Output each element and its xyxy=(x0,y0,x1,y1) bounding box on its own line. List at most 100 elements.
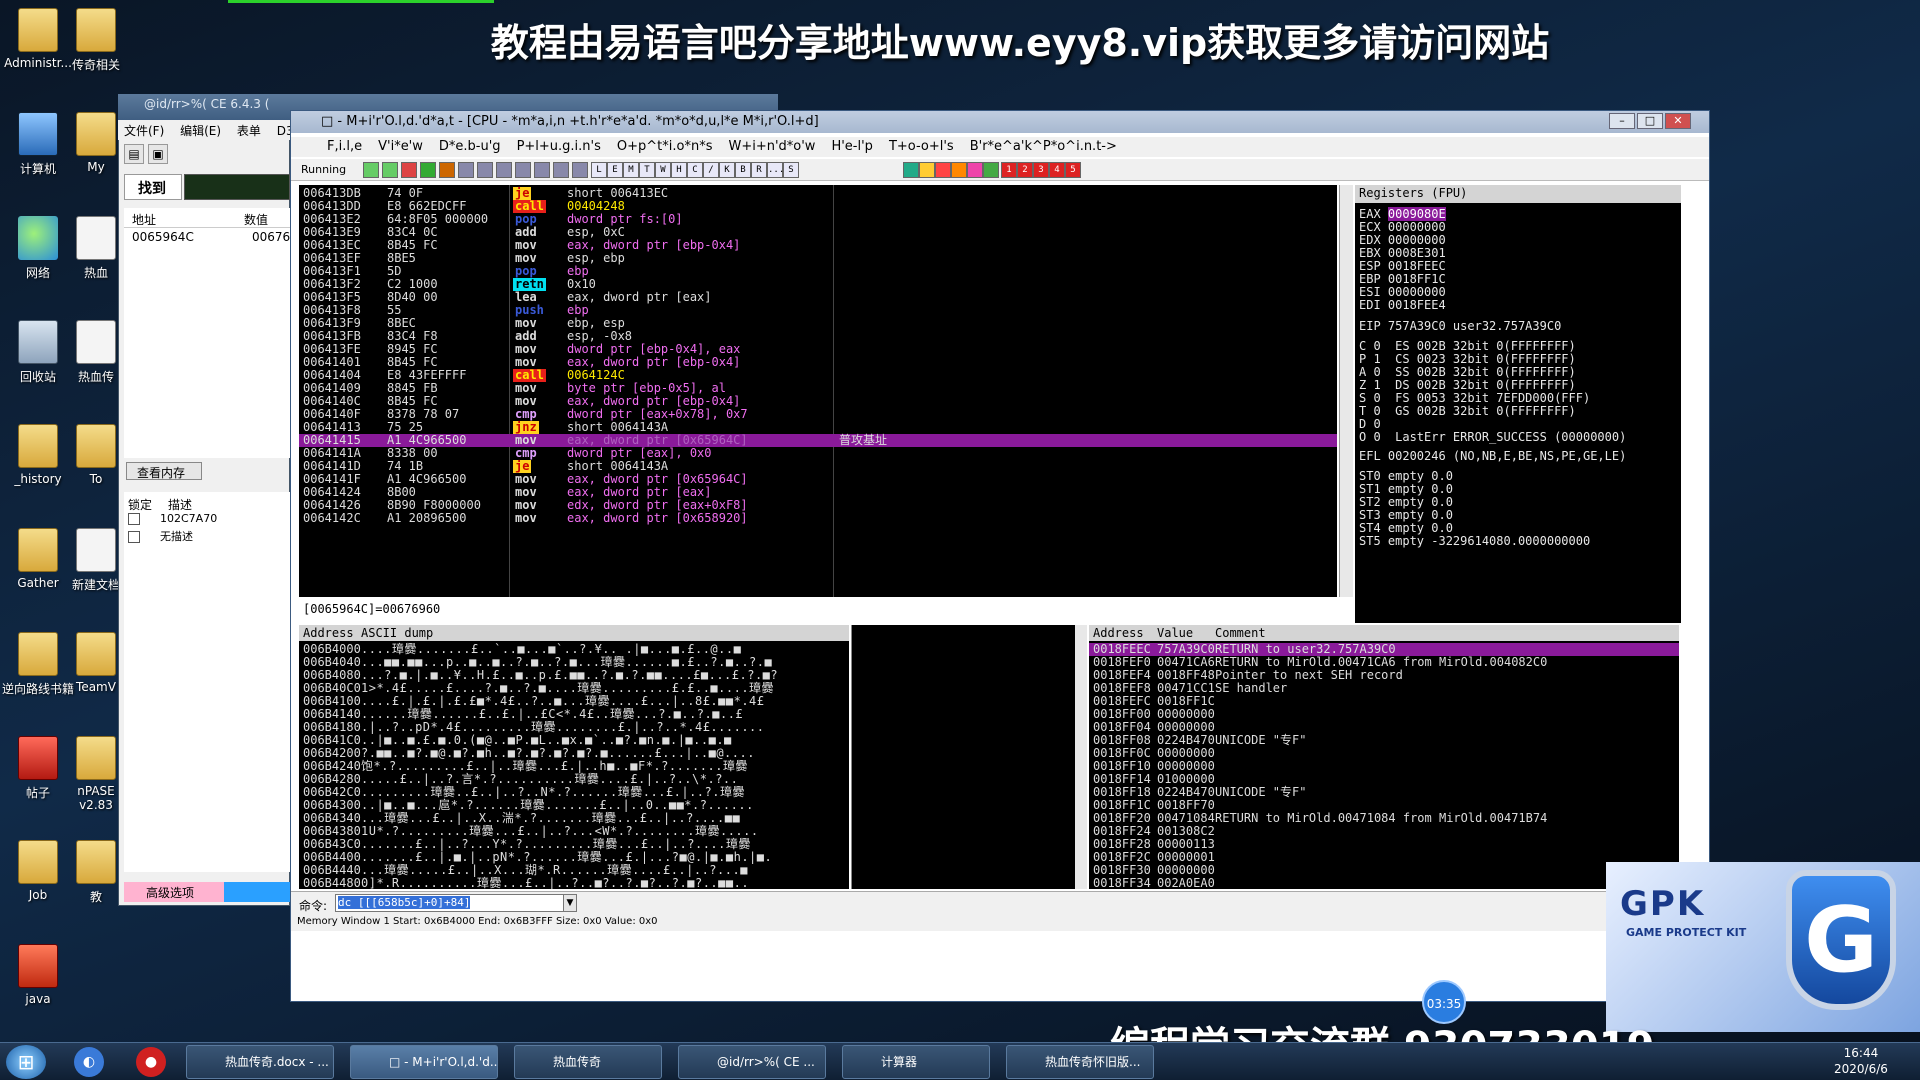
lock-checkbox[interactable] xyxy=(128,531,140,543)
od-menu-item[interactable]: O+p^t*i.o*n*s xyxy=(617,139,713,154)
disasm-row[interactable]: 00641404 E8 43FEFFFF call 0064124C xyxy=(299,369,1337,382)
chevron-down-icon[interactable]: ▼ xyxy=(563,894,577,912)
disasm-row[interactable]: 0064140F 8378 78 07 cmp dword ptr [eax+0x78… xyxy=(299,408,1337,421)
disasm-row[interactable]: 0064141A 8338 00 cmp dword ptr [eax], 0x0 xyxy=(299,447,1337,460)
register-line[interactable]: ESI 00000000 xyxy=(1359,285,1446,299)
toolbar-letter-button[interactable]: H xyxy=(671,162,687,178)
close-button[interactable]: ✕ xyxy=(1665,113,1691,129)
disasm-row[interactable]: 00641415 A1 4C966500 mov eax, dword ptr [0x… xyxy=(299,434,1337,447)
lock-checkbox[interactable] xyxy=(128,513,140,525)
toolbar-letter-button[interactable]: T xyxy=(639,162,655,178)
od-menu-item[interactable]: W+i+n'd*o'w xyxy=(728,139,815,154)
toolbar-icon[interactable] xyxy=(534,162,550,178)
toolbar-number-button[interactable]: 3 xyxy=(1033,162,1049,178)
system-clock[interactable]: 16:44 2020/6/6 xyxy=(1834,1045,1888,1077)
disasm-row[interactable]: 006413F2 C2 1000 retn 0x10 xyxy=(299,278,1337,291)
disasm-row[interactable]: 006413FB 83C4 F8 add esp, -0x8 xyxy=(299,330,1337,343)
toolbar-icon[interactable] xyxy=(919,162,935,178)
toolbar-letter-button[interactable]: S xyxy=(783,162,799,178)
view-memory-button[interactable]: 查看内存 xyxy=(126,462,202,480)
register-line[interactable]: ECX 00000000 xyxy=(1359,220,1446,234)
taskbar-app-button[interactable]: 计算器 xyxy=(842,1045,990,1079)
advanced-options-button[interactable]: 高级选项 xyxy=(124,882,290,902)
od-title-bar[interactable]: □ - M+i'r'O.l,d.'d*a,t - [CPU - *m*a,i,n… xyxy=(291,111,1709,133)
toolbar-letter-button[interactable]: E xyxy=(607,162,623,178)
minimize-button[interactable]: – xyxy=(1609,113,1635,129)
toolbar-letter-button[interactable]: W xyxy=(655,162,671,178)
disasm-row[interactable]: 006413F9 8BEC mov ebp, esp xyxy=(299,317,1337,330)
toolbar-letter-button[interactable]: / xyxy=(703,162,719,178)
save-icon[interactable]: ▣ xyxy=(148,144,168,164)
register-line[interactable]: EDX 00000000 xyxy=(1359,233,1446,247)
od-menu-item[interactable]: P+l+u.g.i.n's xyxy=(517,139,601,154)
ce-table-row[interactable]: 102C7A70 xyxy=(128,512,217,525)
disasm-row[interactable]: 0064141F A1 4C966500 mov eax, dword ptr [0x… xyxy=(299,473,1337,486)
desktop-icon[interactable]: java xyxy=(0,944,78,1006)
register-line[interactable]: ESP 0018FEEC xyxy=(1359,259,1446,273)
toolbar-icon[interactable] xyxy=(572,162,588,178)
ce-menu-edit[interactable]: 编辑(E) xyxy=(180,124,221,138)
desktop-icon[interactable]: nPASE v2.83 xyxy=(66,736,126,812)
disasm-row[interactable]: 006413E9 83C4 0C add esp, 0xC xyxy=(299,226,1337,239)
app-pin-icon[interactable]: ● xyxy=(136,1047,166,1077)
toolbar-icon[interactable] xyxy=(553,162,569,178)
toolbar-icon[interactable] xyxy=(903,162,919,178)
browser-pin-icon[interactable]: ◐ xyxy=(74,1047,104,1077)
desktop-icon[interactable]: 新建文档 xyxy=(66,528,126,593)
toolbar-icon[interactable] xyxy=(496,162,512,178)
registers-pane[interactable]: Registers (FPU) EAX 0009080E ECX 00000000… xyxy=(1355,185,1681,623)
toolbar-icon[interactable] xyxy=(420,162,436,178)
toolbar-icon[interactable] xyxy=(967,162,983,178)
stack-pane[interactable]: Address Value Comment 0018FEEC 757A39C0 RE… xyxy=(1089,625,1679,889)
desktop-icon[interactable]: 热血 xyxy=(66,216,126,281)
taskbar-app-button[interactable]: 热血传奇怀旧版... xyxy=(1006,1045,1154,1079)
disasm-row[interactable]: 006413EF 8BE5 mov esp, ebp xyxy=(299,252,1337,265)
toolbar-letter-button[interactable]: M xyxy=(623,162,639,178)
disasm-row[interactable]: 006413F1 5D pop ebp xyxy=(299,265,1337,278)
od-menu-item[interactable]: F,i.l,e xyxy=(327,139,362,154)
toolbar-number-button[interactable]: 1 xyxy=(1001,162,1017,178)
command-input[interactable]: dc [[[658b5c]+0]+84] xyxy=(335,894,575,912)
disasm-row[interactable]: 0064142C A1 20896500 mov eax, dword ptr [0x… xyxy=(299,512,1337,525)
toolbar-letter-button[interactable]: K xyxy=(719,162,735,178)
register-line[interactable]: EBX 0008E301 xyxy=(1359,246,1446,260)
disasm-row[interactable]: 006413E2 64:8F05 000000 pop dword ptr fs:[0… xyxy=(299,213,1337,226)
desktop-icon[interactable]: 教 xyxy=(66,840,126,905)
register-line[interactable]: EDI 0018FEE4 xyxy=(1359,298,1446,312)
toolbar-number-button[interactable]: 2 xyxy=(1017,162,1033,178)
disasm-row[interactable]: 00641409 8845 FB mov byte ptr [ebp-0x5], al xyxy=(299,382,1337,395)
desktop-icon[interactable]: TeamV xyxy=(66,632,126,694)
disasm-row[interactable]: 006413F8 55 push ebp xyxy=(299,304,1337,317)
dump-row[interactable]: 006B4480 0]*.R..........璋爨...£..|..?..■?.… xyxy=(299,877,849,890)
ce-menu-file[interactable]: 文件(F) xyxy=(124,124,164,138)
od-menu-item[interactable]: D*e.b-u'g xyxy=(439,139,501,154)
od-menu-item[interactable]: V'i*e'w xyxy=(378,139,423,154)
od-menu-item[interactable]: B'r*e^a'k^P*o^i.n.t-> xyxy=(970,139,1117,154)
toolbar-letter-button[interactable]: C xyxy=(687,162,703,178)
toolbar-icon[interactable] xyxy=(951,162,967,178)
toolbar-letter-button[interactable]: L xyxy=(591,162,607,178)
start-button[interactable]: ⊞ xyxy=(6,1045,46,1079)
toolbar-icon[interactable] xyxy=(477,162,493,178)
taskbar-app-button[interactable]: 热血传奇 xyxy=(514,1045,662,1079)
toolbar-icon[interactable] xyxy=(935,162,951,178)
disasm-row[interactable]: 006413EC 8B45 FC mov eax, dword ptr [ebp-0x… xyxy=(299,239,1337,252)
toolbar-letter-button[interactable]: B xyxy=(735,162,751,178)
toolbar-icon[interactable] xyxy=(458,162,474,178)
ce-result-row[interactable]: 0065964C 00676 xyxy=(132,230,290,244)
toolbar-number-button[interactable]: 5 xyxy=(1065,162,1081,178)
toolbar-letter-button[interactable]: R xyxy=(751,162,767,178)
desktop-icon[interactable]: To xyxy=(66,424,126,486)
ce-table-row[interactable]: 无描述 xyxy=(128,528,193,544)
stack-row[interactable]: 0018FF34 002A0EA0 xyxy=(1089,877,1679,890)
cpu-scrollbar[interactable] xyxy=(1339,185,1353,597)
od-menu-item[interactable]: T+o-o+l's xyxy=(889,139,954,154)
dump-scrollbar[interactable] xyxy=(1075,625,1087,889)
disasm-row[interactable]: 006413F5 8D40 00 lea eax, dword ptr [eax] xyxy=(299,291,1337,304)
maximize-button[interactable]: □ xyxy=(1637,113,1663,129)
toolbar-icon[interactable] xyxy=(363,162,379,178)
desktop-icon[interactable]: 传奇相关 xyxy=(66,8,126,73)
toolbar-icon[interactable] xyxy=(401,162,417,178)
toolbar-letter-button[interactable]: ... xyxy=(767,162,784,178)
ce-menu-table[interactable]: 表单 xyxy=(237,124,261,138)
